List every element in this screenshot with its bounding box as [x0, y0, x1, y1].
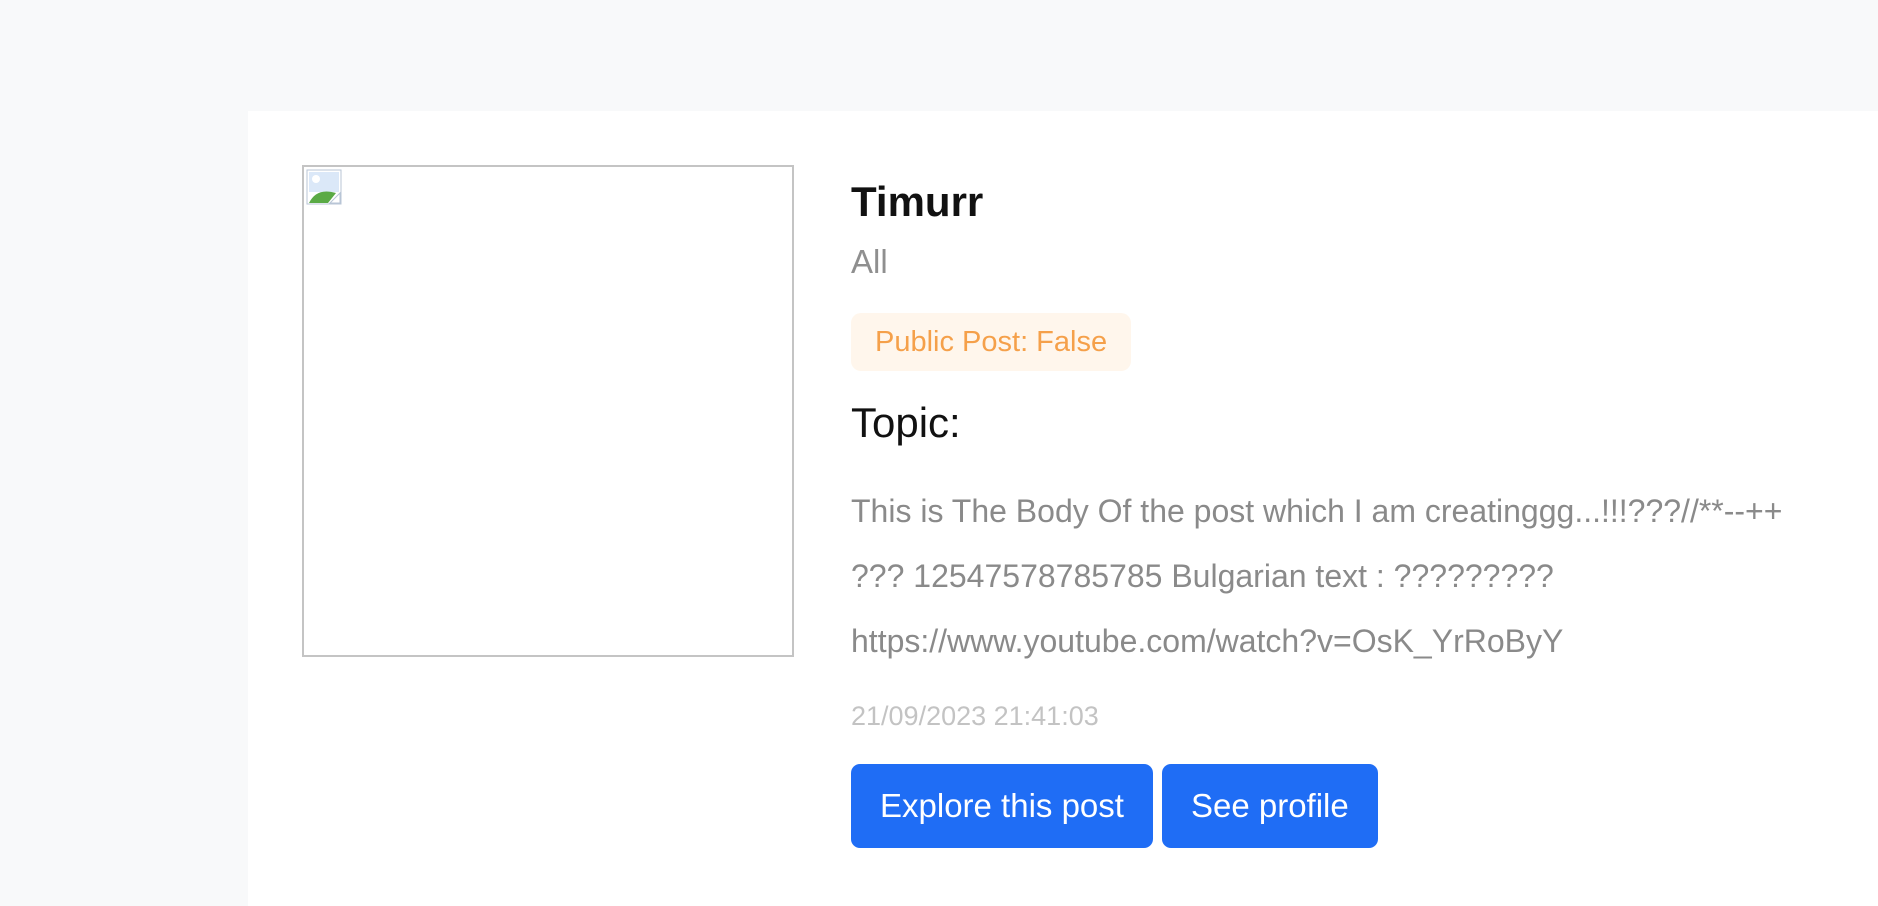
public-status-badge: Public Post: False — [851, 313, 1132, 371]
post-author: Timurr — [851, 178, 984, 225]
post-actions: Explore this post See profile — [851, 764, 1811, 848]
explore-post-button[interactable]: Explore this post — [851, 764, 1153, 848]
post-image — [302, 165, 794, 657]
see-profile-button[interactable]: See profile — [1161, 764, 1378, 848]
post-topic-label: Topic: — [851, 399, 961, 446]
post-card: Timurr All Public Post: False Topic: Thi… — [248, 111, 1878, 906]
broken-image-icon — [306, 169, 342, 205]
post-content: Timurr All Public Post: False Topic: Thi… — [851, 171, 1811, 848]
post-audience: All — [851, 243, 888, 280]
post-body: This is The Body Of the post which I am … — [851, 493, 1783, 659]
post-timestamp: 21/09/2023 21:41:03 — [851, 701, 1099, 731]
